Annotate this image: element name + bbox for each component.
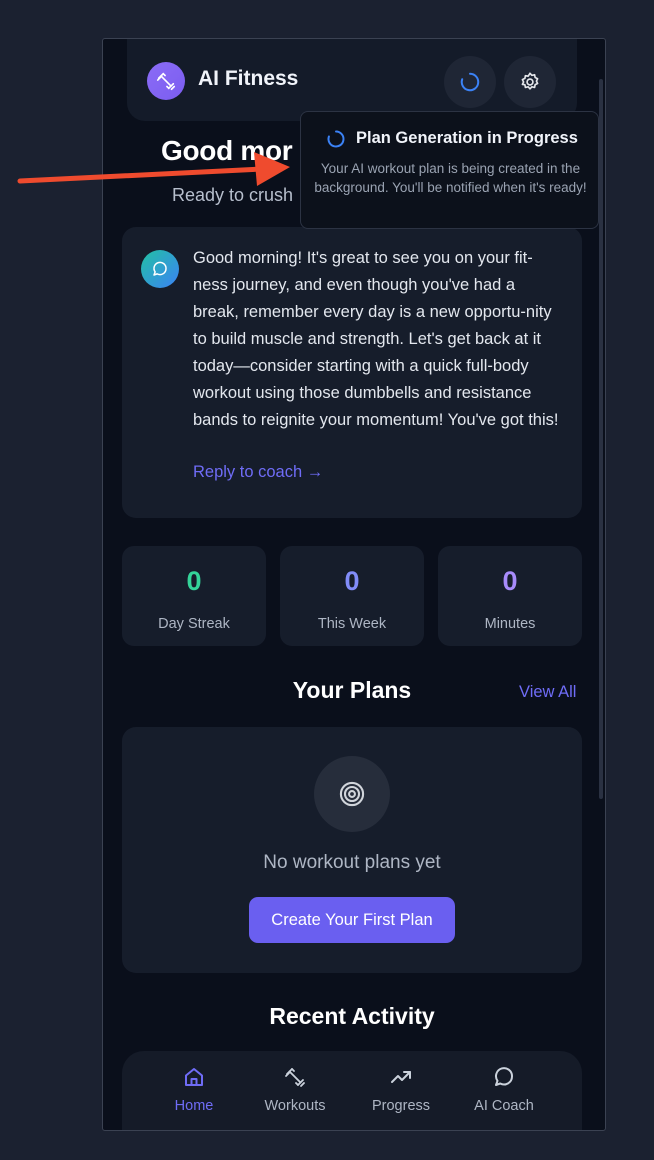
app-logo [147,62,185,100]
nav-item-workouts[interactable]: Workouts [250,1065,340,1114]
nav-label: Home [174,1098,214,1114]
empty-plans-text: No workout plans yet [263,852,441,873]
chat-bubble-icon [153,261,167,276]
bottom-navigation: Home Workouts Progress AI Coach [122,1051,582,1130]
dumbbell-icon [156,72,176,91]
nav-label: AI Coach [474,1098,534,1114]
stat-label: Day Streak [158,616,230,632]
stat-label: This Week [317,616,387,632]
stat-value: 0 [186,566,202,596]
coach-avatar [141,250,179,288]
loading-spinner-icon [327,130,345,148]
coach-message-text: Good morning! It's great to see you on y… [193,249,559,429]
nav-item-ai-coach[interactable]: AI Coach [459,1065,549,1114]
home-icon [185,1068,203,1086]
reply-to-coach-link[interactable]: Reply to coach → [193,463,323,482]
greeting-title: Good mor [161,135,293,166]
nav-item-progress[interactable]: Progress [356,1065,446,1114]
trending-up-icon [391,1071,411,1083]
nav-label: Progress [371,1098,431,1114]
stat-card-this-week: 0 This Week [280,546,424,646]
generation-status-button[interactable] [444,56,496,108]
nav-item-home[interactable]: Home [149,1065,239,1114]
empty-state-badge [314,756,390,832]
create-first-plan-button[interactable]: Create Your First Plan [249,897,455,943]
nav-label: Workouts [264,1098,326,1114]
settings-button[interactable] [504,56,556,108]
stat-card-minutes: 0 Minutes [438,546,582,646]
dumbbell-icon [285,1068,305,1087]
view-all-plans-link[interactable]: View All [519,683,576,702]
scrollbar[interactable] [599,79,603,799]
greeting-subtitle: Ready to crush [172,185,294,205]
recent-activity-title: Recent Activity [269,1003,435,1029]
toast-title: Plan Generation in Progress [356,129,578,147]
stat-value: 0 [344,566,360,596]
target-icon [339,781,365,807]
loading-spinner-icon [460,72,480,92]
stat-value: 0 [502,566,518,596]
plans-empty-card: No workout plans yet Create Your First P… [122,727,582,973]
plan-generation-toast: Plan Generation in Progress Your AI work… [300,111,599,229]
stat-label: Minutes [484,616,536,632]
app-title: AI Fitness [198,67,299,90]
gear-icon [521,72,539,90]
toast-body: Your AI workout plan is being created in… [314,161,587,195]
coach-message-card: Good morning! It's great to see you on y… [122,227,582,518]
chat-icon [495,1067,514,1086]
stat-card-day-streak: 0 Day Streak [122,546,266,646]
app-header: AI Fitness [127,39,577,121]
